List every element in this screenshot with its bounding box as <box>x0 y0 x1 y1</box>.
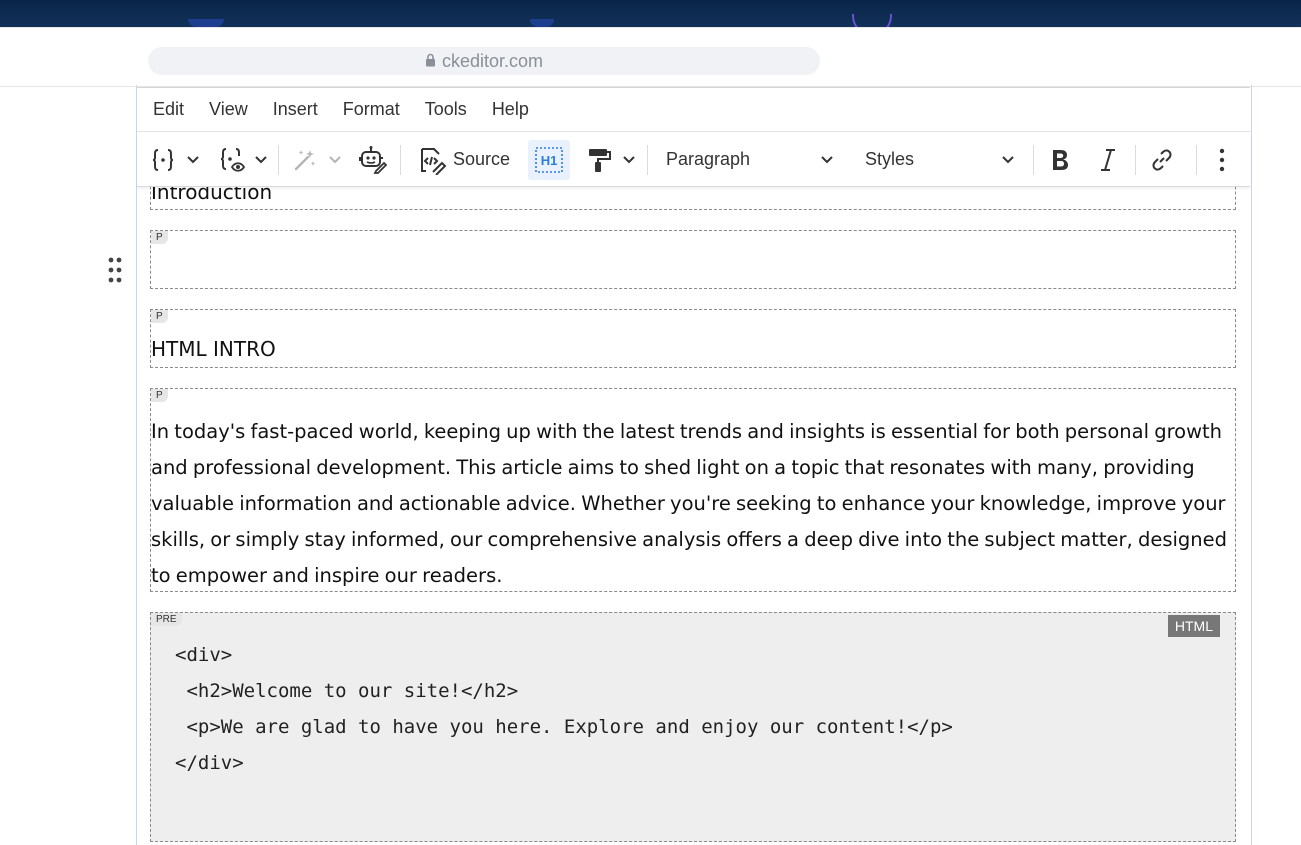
toolbar-separator <box>278 145 279 175</box>
merge-field-preview-icon <box>220 147 246 172</box>
ai-dropdown-arrow[interactable] <box>328 133 342 186</box>
toolbar-separator <box>647 145 648 175</box>
more-options-icon <box>1219 148 1225 171</box>
paragraph-text: HTML INTRO <box>151 337 276 361</box>
menu-help[interactable]: Help <box>492 99 529 120</box>
banner-decoration <box>188 19 224 27</box>
code-line: <p>We are glad to have you here. Explore… <box>175 716 953 738</box>
toolbar-separator <box>1033 145 1034 175</box>
format-painter-icon <box>589 148 611 172</box>
chevron-down-icon <box>187 155 199 163</box>
editor-toolbar: Source H1 Paragraph Styles <box>137 133 1250 187</box>
menu-tools[interactable]: Tools <box>425 99 467 120</box>
block-tag: P <box>151 389 168 402</box>
code-block[interactable]: PRE HTML <div> <h2>Welcome to our site!<… <box>150 612 1236 842</box>
format-painter-dropdown-arrow[interactable] <box>622 133 636 186</box>
paragraph-block-intro[interactable]: P HTML INTRO <box>150 309 1236 368</box>
show-blocks-icon-wrap: H1 <box>528 133 570 186</box>
merge-preview-dropdown-arrow[interactable] <box>254 133 268 186</box>
code-line: </div> <box>175 752 244 774</box>
code-content: <div> <h2>Welcome to our site!</h2> <p>W… <box>175 637 953 781</box>
italic-button[interactable] <box>1094 133 1122 186</box>
lock-icon <box>425 53 435 67</box>
url-field[interactable]: ckeditor.com <box>148 47 820 75</box>
show-blocks-icon: H1 <box>535 146 563 173</box>
block-tag: P <box>151 231 168 244</box>
ai-chat-icon <box>359 145 388 174</box>
paragraph-block-empty[interactable]: P <box>150 230 1236 289</box>
toolbar-separator <box>400 145 401 175</box>
h1-glyph: H1 <box>541 153 558 168</box>
styles-dropdown[interactable]: Styles <box>865 133 1015 186</box>
block-tag: PRE <box>151 613 182 626</box>
format-painter-button[interactable] <box>584 133 614 186</box>
styles-dropdown-value: Styles <box>865 149 915 169</box>
insert-merge-field-icon <box>152 148 174 171</box>
menu-view[interactable]: View <box>209 99 248 120</box>
editor-menubar: Edit View Insert Format Tools Help <box>137 87 1250 132</box>
source-icon <box>421 147 447 175</box>
block-drag-handle-icon[interactable] <box>107 256 123 284</box>
url-text: ckeditor.com <box>441 50 544 71</box>
link-button[interactable] <box>1147 133 1177 186</box>
paragraph-text: In today's fast-paced world, keeping up … <box>151 420 1228 587</box>
bold-button[interactable] <box>1045 133 1075 186</box>
heading-dropdown[interactable]: Paragraph <box>666 133 836 186</box>
code-language-badge: HTML <box>1167 615 1220 637</box>
menu-format[interactable]: Format <box>343 99 400 120</box>
paragraph-block-article[interactable]: P In today's fast-paced world, keeping u… <box>150 388 1236 592</box>
source-button[interactable]: Source <box>417 133 517 186</box>
toolbar-separator <box>1196 145 1197 175</box>
ai-chat-button[interactable] <box>357 133 389 186</box>
bold-icon <box>1053 149 1068 170</box>
toolbar-separator <box>1135 145 1136 175</box>
insert-merge-field-button[interactable] <box>149 133 177 186</box>
heading-dropdown-arrow[interactable] <box>820 133 834 186</box>
browser-top-banner <box>0 0 1301 36</box>
code-line: <h2>Welcome to our site!</h2> <box>175 680 519 702</box>
styles-dropdown-arrow[interactable] <box>1001 133 1015 186</box>
block-tag: P <box>151 310 168 323</box>
chevron-down-icon <box>329 155 341 163</box>
ai-assistant-button[interactable] <box>291 133 319 186</box>
chevron-down-icon <box>821 155 833 163</box>
address-bar: ckeditor.com <box>0 27 1301 87</box>
source-label: Source <box>453 149 511 169</box>
link-icon <box>1152 148 1172 171</box>
italic-icon <box>1101 148 1115 171</box>
merge-field-dropdown-arrow[interactable] <box>186 133 200 186</box>
menu-edit[interactable]: Edit <box>153 99 184 120</box>
code-line: <div> <box>175 644 233 666</box>
editor-content[interactable]: Introduction P P HTML INTRO P In today's… <box>137 176 1250 842</box>
chevron-down-icon <box>623 155 635 163</box>
chevron-down-icon <box>255 155 267 163</box>
ai-assistant-icon <box>294 149 316 170</box>
chevron-down-icon <box>1002 155 1014 163</box>
menu-insert[interactable]: Insert <box>273 99 318 120</box>
more-options-button[interactable] <box>1209 133 1235 186</box>
merge-field-preview-button[interactable] <box>217 133 247 186</box>
banner-decoration <box>530 19 554 27</box>
heading-dropdown-value: Paragraph <box>666 149 751 169</box>
